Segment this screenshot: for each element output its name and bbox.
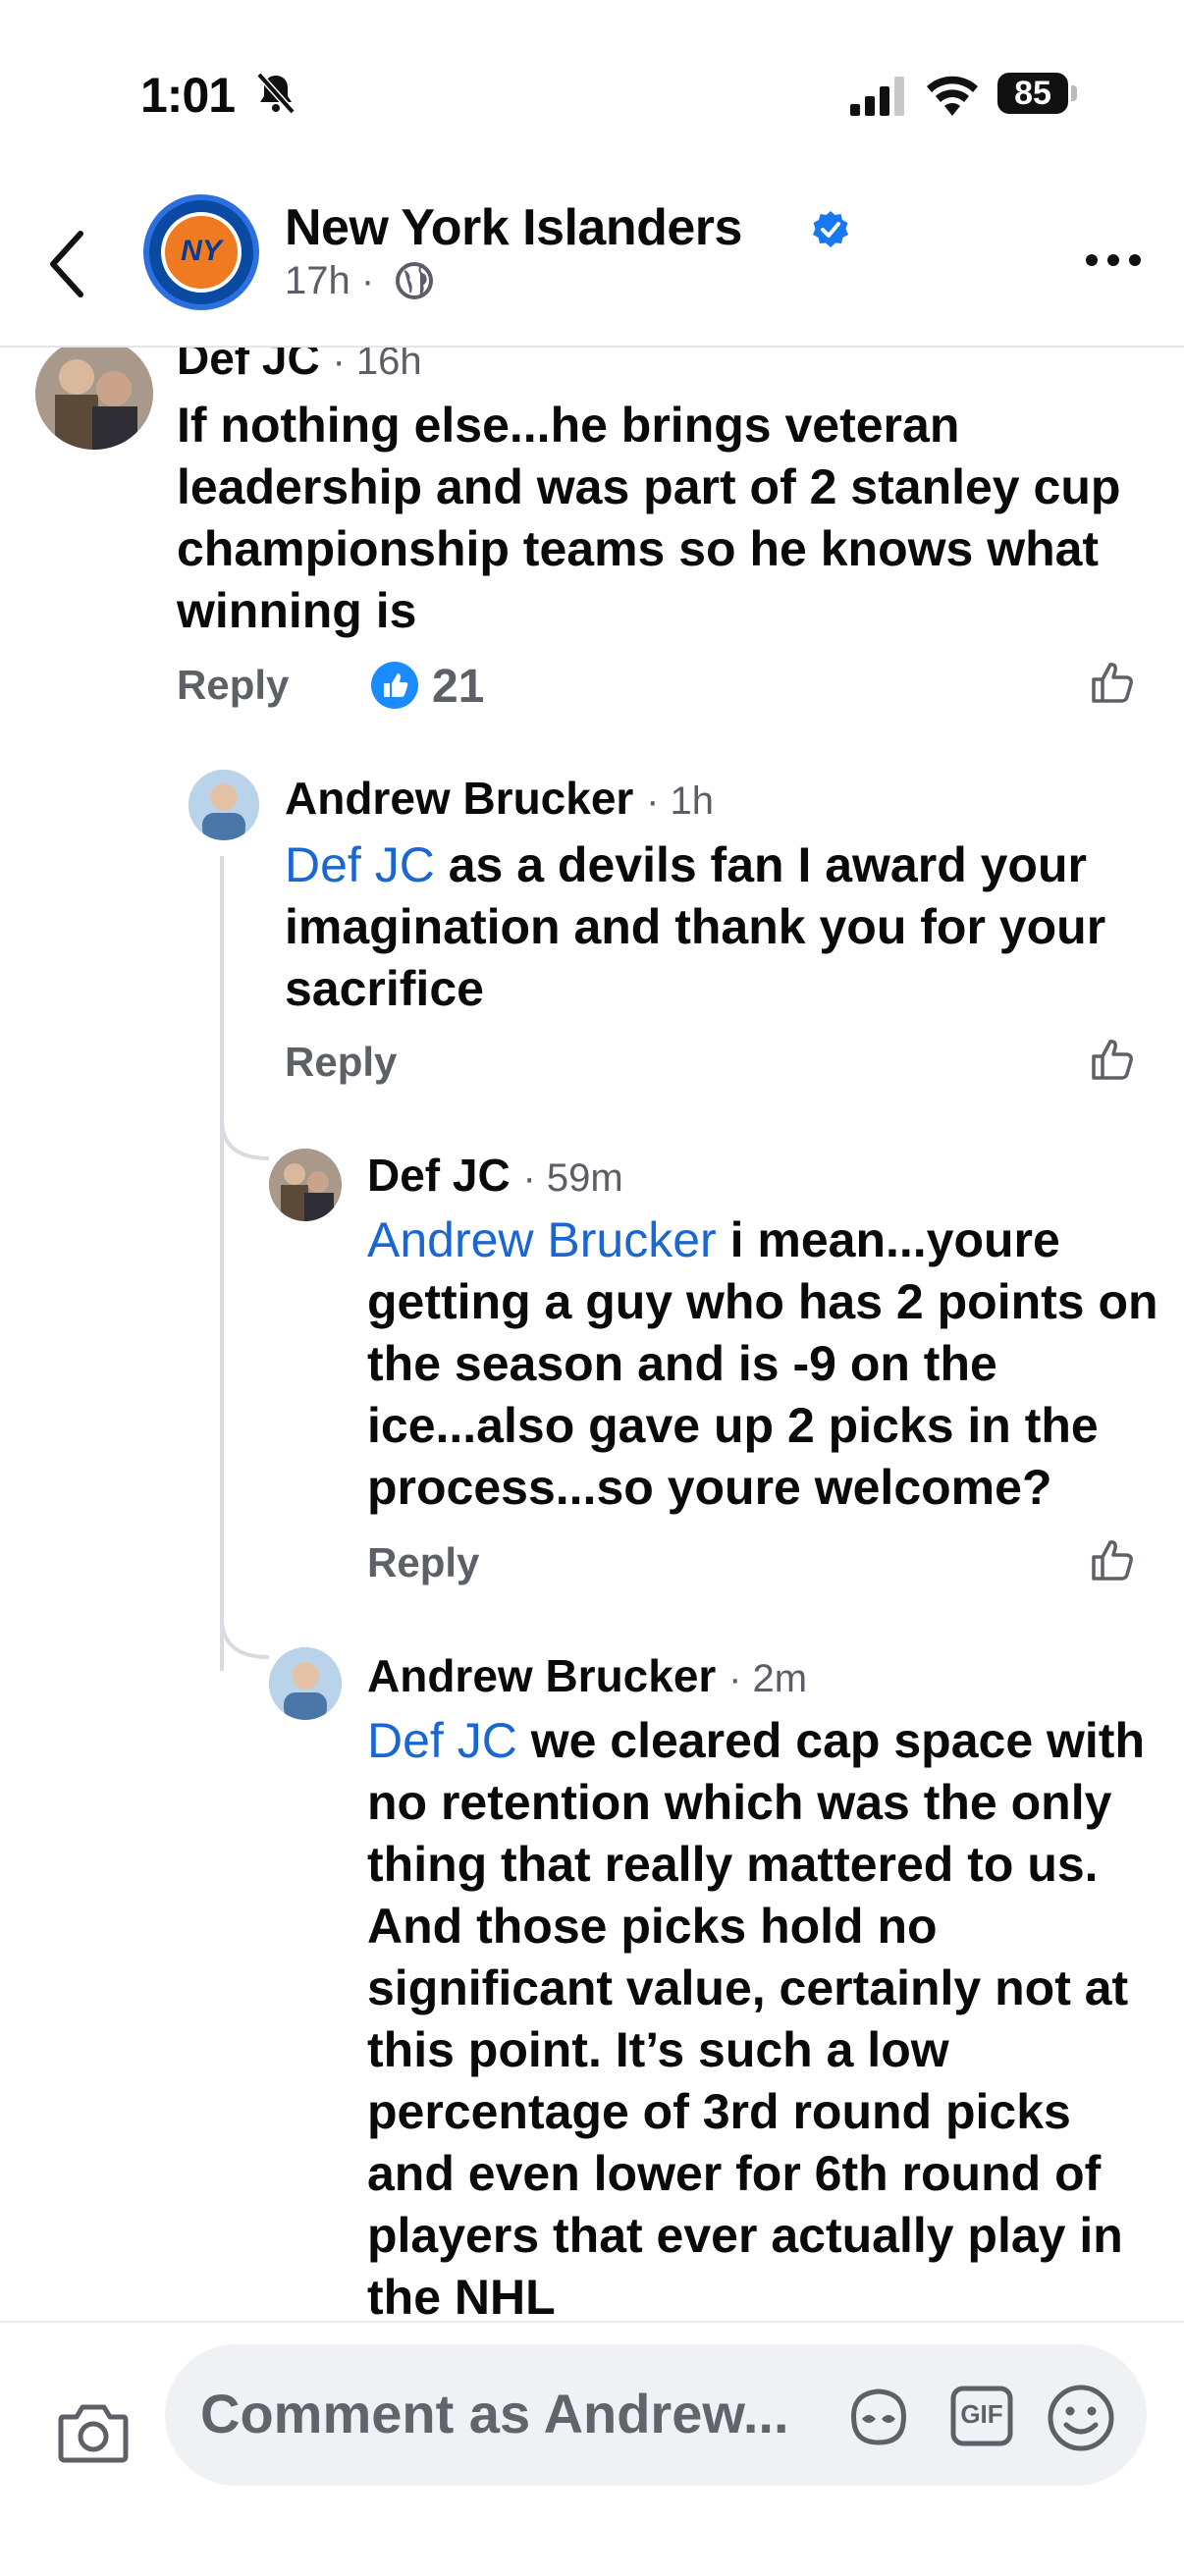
page-name[interactable]: New York Islanders: [285, 198, 742, 257]
cellular-signal-icon: [850, 77, 904, 116]
commenter-avatar[interactable]: [269, 1647, 342, 1720]
verified-badge-icon: [813, 211, 848, 247]
mention-link[interactable]: Def JC: [367, 1713, 517, 1768]
battery-level: 85: [997, 73, 1068, 114]
comment-text: If nothing else...he brings veteran lead…: [177, 398, 1121, 638]
back-chevron-icon[interactable]: [41, 226, 92, 302]
commenter-avatar[interactable]: [269, 1149, 342, 1221]
battery-tip: [1071, 85, 1077, 101]
comment-composer: Comment as Andrew... GIF: [0, 2321, 1184, 2576]
comment-text: Def JC we cleared cap space with no rete…: [367, 1710, 1162, 2319]
commenter-avatar[interactable]: [188, 770, 259, 840]
thread-connector: [220, 1618, 270, 1659]
avatar-sticker-icon[interactable]: [844, 2384, 913, 2448]
mention-link[interactable]: Def JC: [285, 837, 435, 892]
comment-text: Def JC as a devils fan I award your imag…: [285, 834, 1158, 1020]
author-name: Def JC: [367, 1150, 511, 1201]
avatar-photo: [269, 1149, 342, 1221]
comment-time: · 1h: [646, 779, 715, 823]
reply-button[interactable]: Reply: [367, 1539, 479, 1586]
post-header: NY New York Islanders 17h ·: [0, 187, 1184, 348]
wifi-icon: [927, 76, 978, 116]
author-name: Andrew Brucker: [285, 773, 634, 824]
globe-icon: [396, 262, 433, 299]
comment-input[interactable]: Comment as Andrew... GIF: [165, 2344, 1147, 2486]
comment-author[interactable]: Def JC · 59m: [367, 1149, 623, 1202]
comment-text: Andrew Brucker i mean...youre getting a …: [367, 1209, 1162, 1519]
comment-time: · 59m: [522, 1156, 623, 1200]
page-avatar[interactable]: NY: [143, 194, 259, 310]
author-name: Andrew Brucker: [367, 1650, 717, 1701]
thread-line: [220, 856, 224, 1671]
thumbs-up-icon[interactable]: [1090, 1037, 1135, 1082]
more-options-icon[interactable]: [1084, 245, 1143, 275]
gif-label: GIF: [960, 2399, 1003, 2429]
camera-icon[interactable]: [57, 2401, 130, 2464]
mention-link[interactable]: Andrew Brucker: [367, 1212, 717, 1267]
gif-button[interactable]: GIF: [950, 2386, 1013, 2446]
page-avatar-logo: NY: [161, 212, 242, 293]
comment-author[interactable]: Andrew Brucker · 1h: [285, 772, 714, 825]
post-time: 17h: [285, 259, 350, 302]
thread-connector: [220, 1119, 270, 1160]
clock: 1:01: [140, 68, 236, 123]
thumbs-up-icon[interactable]: [1090, 1537, 1135, 1583]
status-bar: 1:01 85: [0, 0, 1184, 187]
emoji-icon[interactable]: [1047, 2384, 1115, 2452]
comment-time: · 2m: [728, 1657, 808, 1700]
battery-indicator: 85: [997, 73, 1078, 114]
reply-button[interactable]: Reply: [285, 1039, 397, 1086]
comment-author[interactable]: Andrew Brucker · 2m: [367, 1649, 807, 1702]
meta-separator: ·: [360, 259, 375, 302]
comment-body: we cleared cap space with no retention w…: [367, 1713, 1145, 2319]
post-meta: 17h ·: [285, 259, 374, 303]
reaction-summary[interactable]: 21: [371, 660, 499, 713]
comment-placeholder: Comment as Andrew...: [200, 2383, 789, 2444]
avatar-photo: [269, 1647, 342, 1720]
commenter-avatar[interactable]: [35, 338, 153, 450]
avatar-photo: [35, 338, 153, 450]
avatar-photo: [188, 770, 259, 840]
thumbs-up-icon[interactable]: [1090, 660, 1135, 705]
reaction-count: 21: [432, 661, 485, 713]
reply-button[interactable]: Reply: [177, 662, 289, 709]
like-reaction-icon: [371, 662, 418, 709]
bell-off-icon: [256, 72, 296, 115]
